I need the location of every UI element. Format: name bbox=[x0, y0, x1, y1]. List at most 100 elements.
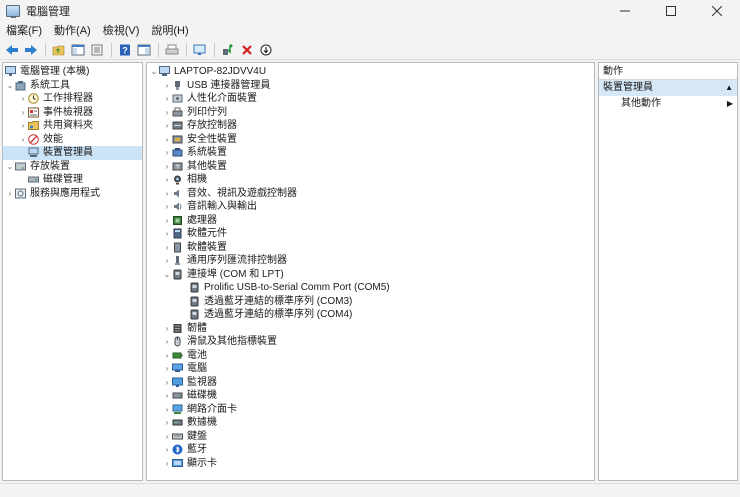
chevron-right-icon[interactable]: › bbox=[162, 146, 172, 160]
chevron-right-icon[interactable]: › bbox=[162, 389, 172, 403]
device-category-item[interactable]: › 系統裝置 bbox=[147, 146, 594, 160]
port-device-item[interactable]: Prolific USB-to-Serial Comm Port (COM5) bbox=[147, 281, 594, 295]
device-category-item[interactable]: › 電腦 bbox=[147, 362, 594, 376]
chevron-right-icon[interactable]: › bbox=[162, 173, 172, 187]
chevron-right-icon[interactable]: › bbox=[162, 106, 172, 120]
chevron-right-icon[interactable]: › bbox=[162, 214, 172, 228]
up-folder-button[interactable] bbox=[50, 41, 68, 59]
tree-item-task-scheduler[interactable]: › 工作排程器 bbox=[3, 92, 142, 106]
chevron-down-icon[interactable]: ⌄ bbox=[149, 65, 159, 79]
actions-section-device-manager[interactable]: 裝置管理員 ▲ bbox=[599, 80, 737, 96]
chevron-right-icon[interactable]: › bbox=[162, 79, 172, 93]
chevron-right-icon[interactable]: › bbox=[162, 443, 172, 457]
tree-item-services-apps[interactable]: › 服務與應用程式 bbox=[3, 187, 142, 201]
menu-help[interactable]: 說明(H) bbox=[145, 22, 194, 40]
chevron-right-icon[interactable]: › bbox=[18, 119, 28, 133]
device-category-item[interactable]: › 軟體裝置 bbox=[147, 241, 594, 255]
chevron-right-icon[interactable]: › bbox=[162, 160, 172, 174]
close-button[interactable] bbox=[694, 0, 740, 22]
device-category-item[interactable]: › 音訊輸入與輸出 bbox=[147, 200, 594, 214]
device-category-item[interactable]: › 相機 bbox=[147, 173, 594, 187]
tree-item-computer-management[interactable]: 電腦管理 (本機) bbox=[3, 65, 142, 79]
chevron-right-icon[interactable]: › bbox=[162, 241, 172, 255]
update-driver-button[interactable] bbox=[219, 41, 237, 59]
tree-item-event-viewer[interactable]: › 事件檢視器 bbox=[3, 106, 142, 120]
chevron-right-icon[interactable]: › bbox=[162, 322, 172, 336]
chevron-right-icon[interactable]: › bbox=[18, 133, 28, 147]
port-device-item[interactable]: 透過藍牙連結的標準序列 (COM4) bbox=[147, 308, 594, 322]
chevron-right-icon[interactable]: › bbox=[162, 335, 172, 349]
device-category-item[interactable]: › 音效、視訊及遊戲控制器 bbox=[147, 187, 594, 201]
device-category-item[interactable]: › 顯示卡 bbox=[147, 457, 594, 471]
device-category-item[interactable]: ⌄ 連接埠 (COM 和 LPT) bbox=[147, 268, 594, 282]
device-category-item[interactable]: › 安全性裝置 bbox=[147, 133, 594, 147]
minimize-button[interactable] bbox=[602, 0, 648, 22]
show-console-tree-button[interactable] bbox=[69, 41, 87, 59]
collapse-up-icon[interactable]: ▲ bbox=[725, 80, 733, 96]
chevron-right-icon[interactable]: › bbox=[162, 349, 172, 363]
tree-item-device-manager[interactable]: 裝置管理員 bbox=[3, 146, 142, 160]
device-category-item[interactable]: › 韌體 bbox=[147, 322, 594, 336]
show-action-pane-button[interactable] bbox=[135, 41, 153, 59]
chevron-right-icon[interactable]: › bbox=[162, 376, 172, 390]
tree-item-shared-folders[interactable]: › 共用資料夾 bbox=[3, 119, 142, 133]
device-category-item[interactable]: › 處理器 bbox=[147, 214, 594, 228]
port-device-item[interactable]: 透過藍牙連結的標準序列 (COM3) bbox=[147, 295, 594, 309]
tree-item-disk-management[interactable]: 磁碟管理 bbox=[3, 173, 142, 187]
chevron-right-icon[interactable]: › bbox=[18, 92, 28, 106]
chevron-right-icon[interactable]: › bbox=[162, 457, 172, 471]
chevron-right-icon[interactable]: › bbox=[162, 187, 172, 201]
help-button[interactable]: ? bbox=[116, 41, 134, 59]
chevron-right-icon[interactable]: › bbox=[162, 254, 172, 268]
device-category-item[interactable]: › USB 連接器管理員 bbox=[147, 79, 594, 93]
device-category-item[interactable]: › 電池 bbox=[147, 349, 594, 363]
svg-text:?: ? bbox=[122, 45, 128, 55]
chevron-right-icon[interactable]: › bbox=[5, 187, 15, 201]
uninstall-device-button[interactable] bbox=[238, 41, 256, 59]
device-category-item[interactable]: › 存放控制器 bbox=[147, 119, 594, 133]
properties-button[interactable] bbox=[88, 41, 106, 59]
device-category-item[interactable]: › 通用序列匯流排控制器 bbox=[147, 254, 594, 268]
chevron-right-icon[interactable]: › bbox=[162, 403, 172, 417]
chevron-right-icon[interactable]: › bbox=[162, 227, 172, 241]
chevron-right-icon[interactable]: › bbox=[162, 362, 172, 376]
maximize-button[interactable] bbox=[648, 0, 694, 22]
device-category-item[interactable]: › 監視器 bbox=[147, 376, 594, 390]
menu-view[interactable]: 檢視(V) bbox=[97, 22, 146, 40]
window-controls bbox=[602, 0, 740, 22]
chevron-down-icon[interactable]: ⌄ bbox=[162, 268, 172, 282]
tree-item-system-tools[interactable]: ⌄ 系統工具 bbox=[3, 79, 142, 93]
chevron-right-icon[interactable]: › bbox=[162, 200, 172, 214]
device-category-item[interactable]: › 滑鼠及其他指標裝置 bbox=[147, 335, 594, 349]
disable-device-button[interactable] bbox=[257, 41, 275, 59]
chevron-right-icon[interactable]: › bbox=[162, 416, 172, 430]
device-category-item[interactable]: ›? 其他裝置 bbox=[147, 160, 594, 174]
forward-button[interactable] bbox=[22, 41, 40, 59]
chevron-down-icon[interactable]: ⌄ bbox=[5, 160, 15, 174]
device-category-item[interactable]: › 鍵盤 bbox=[147, 430, 594, 444]
chevron-right-icon[interactable]: › bbox=[162, 430, 172, 444]
scan-hardware-button[interactable] bbox=[191, 41, 209, 59]
device-category-item[interactable]: › 列印佇列 bbox=[147, 106, 594, 120]
tree-item-storage[interactable]: ⌄ 存放裝置 bbox=[3, 160, 142, 174]
device-category-item[interactable]: › 磁碟機 bbox=[147, 389, 594, 403]
chevron-right-icon[interactable]: › bbox=[18, 106, 28, 120]
device-category-item[interactable]: › 藍牙 bbox=[147, 443, 594, 457]
port-icon bbox=[189, 282, 200, 293]
more-actions-item[interactable]: 其他動作 ▶ bbox=[599, 96, 737, 112]
device-category-item[interactable]: › 網路介面卡 bbox=[147, 403, 594, 417]
chevron-right-icon[interactable]: › bbox=[162, 133, 172, 147]
back-button[interactable] bbox=[3, 41, 21, 59]
arrow-right-icon: ▶ bbox=[726, 99, 733, 108]
chevron-right-icon[interactable]: › bbox=[162, 119, 172, 133]
print-button[interactable] bbox=[163, 41, 181, 59]
chevron-down-icon[interactable]: ⌄ bbox=[5, 79, 15, 93]
menu-file[interactable]: 檔案(F) bbox=[0, 22, 48, 40]
device-tree-root[interactable]: ⌄ LAPTOP-82JDVV4U bbox=[147, 65, 594, 79]
device-category-item[interactable]: › 軟體元件 bbox=[147, 227, 594, 241]
menu-action[interactable]: 動作(A) bbox=[48, 22, 97, 40]
tree-item-performance[interactable]: › 效能 bbox=[3, 133, 142, 147]
chevron-right-icon[interactable]: › bbox=[162, 92, 172, 106]
device-category-item[interactable]: › 人性化介面裝置 bbox=[147, 92, 594, 106]
device-category-item[interactable]: › 數據機 bbox=[147, 416, 594, 430]
